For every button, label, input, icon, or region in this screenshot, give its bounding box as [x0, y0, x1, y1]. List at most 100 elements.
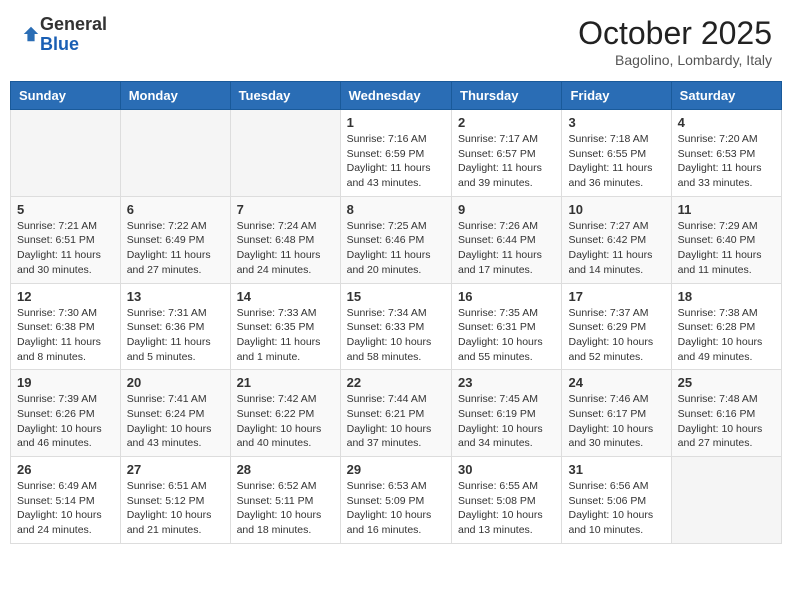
day-info: Sunrise: 7:31 AM Sunset: 6:36 PM Dayligh… [127, 306, 224, 365]
day-number: 28 [237, 462, 334, 477]
calendar-week-3: 12 Sunrise: 7:30 AM Sunset: 6:38 PM Dayli… [11, 283, 782, 370]
day-number: 24 [568, 375, 664, 390]
calendar-cell: 1 Sunrise: 7:16 AM Sunset: 6:59 PM Daylig… [340, 110, 451, 197]
day-number: 17 [568, 289, 664, 304]
logo-general: General [40, 15, 107, 35]
weekday-header-friday: Friday [562, 82, 671, 110]
logo: General Blue [20, 15, 107, 55]
calendar-cell [671, 457, 781, 544]
day-number: 9 [458, 202, 555, 217]
logo-text: General Blue [40, 15, 107, 55]
calendar-week-5: 26Sunrise: 6:49 AM Sunset: 5:14 PM Dayli… [11, 457, 782, 544]
calendar-cell: 13 Sunrise: 7:31 AM Sunset: 6:36 PM Dayli… [120, 283, 230, 370]
calendar-cell: 31 Sunrise: 6:56 AM Sunset: 5:06 PM Dayli… [562, 457, 671, 544]
day-info: Sunrise: 7:42 AM Sunset: 6:22 PM Dayligh… [237, 392, 334, 451]
day-number: 23 [458, 375, 555, 390]
day-info: Sunrise: 6:51 AM Sunset: 5:12 PM Dayligh… [127, 479, 224, 538]
day-info: Sunrise: 7:48 AM Sunset: 6:16 PM Dayligh… [678, 392, 775, 451]
calendar-cell: 6 Sunrise: 7:22 AM Sunset: 6:49 PM Daylig… [120, 196, 230, 283]
day-info: Sunrise: 7:20 AM Sunset: 6:53 PM Dayligh… [678, 132, 775, 191]
calendar-cell: 30 Sunrise: 6:55 AM Sunset: 5:08 PM Dayli… [452, 457, 562, 544]
calendar-cell: 29Sunrise: 6:53 AM Sunset: 5:09 PM Dayli… [340, 457, 451, 544]
day-number: 21 [237, 375, 334, 390]
calendar-week-4: 19 Sunrise: 7:39 AM Sunset: 6:26 PM Dayli… [11, 370, 782, 457]
calendar-cell: 12 Sunrise: 7:30 AM Sunset: 6:38 PM Dayli… [11, 283, 121, 370]
weekday-header-row: SundayMondayTuesdayWednesdayThursdayFrid… [11, 82, 782, 110]
day-number: 1 [347, 115, 445, 130]
day-info: Sunrise: 7:24 AM Sunset: 6:48 PM Dayligh… [237, 219, 334, 278]
day-info: Sunrise: 7:21 AM Sunset: 6:51 PM Dayligh… [17, 219, 114, 278]
day-info: Sunrise: 7:16 AM Sunset: 6:59 PM Dayligh… [347, 132, 445, 191]
day-info: Sunrise: 6:55 AM Sunset: 5:08 PM Dayligh… [458, 479, 555, 538]
weekday-header-sunday: Sunday [11, 82, 121, 110]
calendar-cell: 18 Sunrise: 7:38 AM Sunset: 6:28 PM Dayli… [671, 283, 781, 370]
calendar-cell [120, 110, 230, 197]
page-header: General Blue October 2025 Bagolino, Lomb… [10, 10, 782, 73]
logo-blue: Blue [40, 35, 107, 55]
day-info: Sunrise: 7:44 AM Sunset: 6:21 PM Dayligh… [347, 392, 445, 451]
day-number: 13 [127, 289, 224, 304]
day-info: Sunrise: 7:30 AM Sunset: 6:38 PM Dayligh… [17, 306, 114, 365]
day-info: Sunrise: 7:25 AM Sunset: 6:46 PM Dayligh… [347, 219, 445, 278]
calendar-cell [11, 110, 121, 197]
calendar-cell: 15 Sunrise: 7:34 AM Sunset: 6:33 PM Dayli… [340, 283, 451, 370]
day-info: Sunrise: 6:56 AM Sunset: 5:06 PM Dayligh… [568, 479, 664, 538]
calendar-cell: 16Sunrise: 7:35 AM Sunset: 6:31 PM Dayli… [452, 283, 562, 370]
day-info: Sunrise: 7:34 AM Sunset: 6:33 PM Dayligh… [347, 306, 445, 365]
weekday-header-tuesday: Tuesday [230, 82, 340, 110]
day-info: Sunrise: 7:35 AM Sunset: 6:31 PM Dayligh… [458, 306, 555, 365]
day-number: 19 [17, 375, 114, 390]
calendar-cell: 23 Sunrise: 7:45 AM Sunset: 6:19 PM Dayli… [452, 370, 562, 457]
calendar-cell: 14 Sunrise: 7:33 AM Sunset: 6:35 PM Dayli… [230, 283, 340, 370]
day-info: Sunrise: 7:39 AM Sunset: 6:26 PM Dayligh… [17, 392, 114, 451]
calendar-cell: 11Sunrise: 7:29 AM Sunset: 6:40 PM Dayli… [671, 196, 781, 283]
day-number: 15 [347, 289, 445, 304]
title-section: October 2025 Bagolino, Lombardy, Italy [578, 15, 772, 68]
day-number: 30 [458, 462, 555, 477]
day-info: Sunrise: 7:38 AM Sunset: 6:28 PM Dayligh… [678, 306, 775, 365]
weekday-header-wednesday: Wednesday [340, 82, 451, 110]
day-number: 6 [127, 202, 224, 217]
calendar: SundayMondayTuesdayWednesdayThursdayFrid… [10, 81, 782, 544]
calendar-cell: 22Sunrise: 7:44 AM Sunset: 6:21 PM Dayli… [340, 370, 451, 457]
day-number: 31 [568, 462, 664, 477]
calendar-cell [230, 110, 340, 197]
weekday-header-thursday: Thursday [452, 82, 562, 110]
calendar-cell: 24 Sunrise: 7:46 AM Sunset: 6:17 PM Dayli… [562, 370, 671, 457]
day-number: 7 [237, 202, 334, 217]
day-info: Sunrise: 7:33 AM Sunset: 6:35 PM Dayligh… [237, 306, 334, 365]
calendar-cell: 21 Sunrise: 7:42 AM Sunset: 6:22 PM Dayli… [230, 370, 340, 457]
weekday-header-saturday: Saturday [671, 82, 781, 110]
day-number: 25 [678, 375, 775, 390]
day-number: 10 [568, 202, 664, 217]
day-number: 20 [127, 375, 224, 390]
calendar-week-2: 5 Sunrise: 7:21 AM Sunset: 6:51 PM Daylig… [11, 196, 782, 283]
day-info: Sunrise: 7:41 AM Sunset: 6:24 PM Dayligh… [127, 392, 224, 451]
calendar-cell: 25 Sunrise: 7:48 AM Sunset: 6:16 PM Dayli… [671, 370, 781, 457]
location: Bagolino, Lombardy, Italy [578, 52, 772, 68]
day-number: 4 [678, 115, 775, 130]
month-title: October 2025 [578, 15, 772, 52]
day-number: 18 [678, 289, 775, 304]
logo-icon [22, 25, 40, 43]
day-number: 8 [347, 202, 445, 217]
calendar-cell: 26Sunrise: 6:49 AM Sunset: 5:14 PM Dayli… [11, 457, 121, 544]
calendar-cell: 8 Sunrise: 7:25 AM Sunset: 6:46 PM Daylig… [340, 196, 451, 283]
day-number: 26 [17, 462, 114, 477]
calendar-cell: 9 Sunrise: 7:26 AM Sunset: 6:44 PM Daylig… [452, 196, 562, 283]
day-info: Sunrise: 7:46 AM Sunset: 6:17 PM Dayligh… [568, 392, 664, 451]
day-info: Sunrise: 7:26 AM Sunset: 6:44 PM Dayligh… [458, 219, 555, 278]
calendar-cell: 10 Sunrise: 7:27 AM Sunset: 6:42 PM Dayli… [562, 196, 671, 283]
day-number: 12 [17, 289, 114, 304]
day-info: Sunrise: 7:18 AM Sunset: 6:55 PM Dayligh… [568, 132, 664, 191]
day-number: 5 [17, 202, 114, 217]
calendar-cell: 17Sunrise: 7:37 AM Sunset: 6:29 PM Dayli… [562, 283, 671, 370]
day-number: 14 [237, 289, 334, 304]
day-info: Sunrise: 7:45 AM Sunset: 6:19 PM Dayligh… [458, 392, 555, 451]
day-info: Sunrise: 7:17 AM Sunset: 6:57 PM Dayligh… [458, 132, 555, 191]
day-info: Sunrise: 7:22 AM Sunset: 6:49 PM Dayligh… [127, 219, 224, 278]
weekday-header-monday: Monday [120, 82, 230, 110]
day-info: Sunrise: 7:29 AM Sunset: 6:40 PM Dayligh… [678, 219, 775, 278]
calendar-cell: 7 Sunrise: 7:24 AM Sunset: 6:48 PM Daylig… [230, 196, 340, 283]
day-info: Sunrise: 7:27 AM Sunset: 6:42 PM Dayligh… [568, 219, 664, 278]
